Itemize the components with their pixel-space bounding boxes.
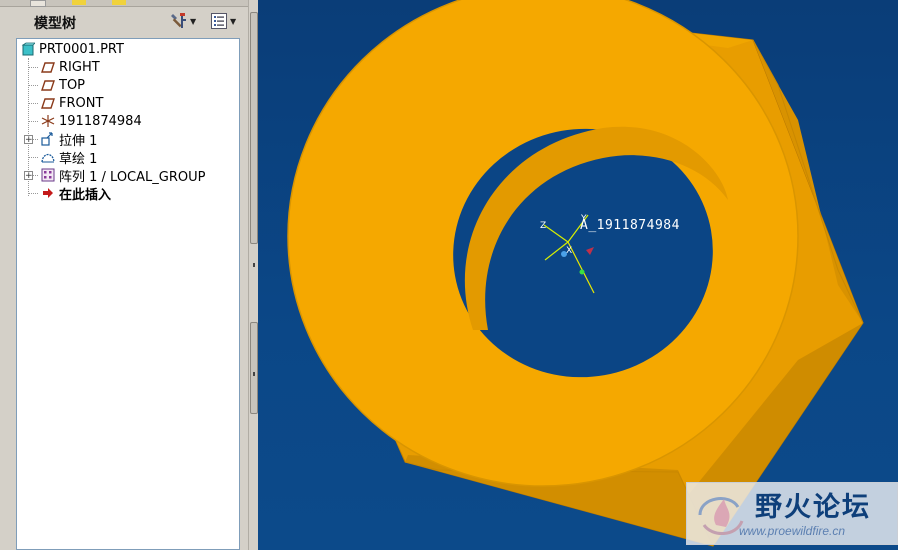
tree-connector (28, 103, 38, 104)
splitter-dot (253, 263, 255, 267)
tree-connector (28, 121, 38, 122)
favorites-tab[interactable] (112, 0, 126, 5)
csys-label: A_1911874984 (580, 218, 680, 233)
tree-item-front-plane[interactable]: FRONT (41, 94, 103, 112)
tree-item-sketch[interactable]: 草绘 1 (41, 148, 98, 167)
tree-connector (28, 157, 38, 158)
tree-item-label: 1911874984 (59, 113, 142, 129)
tree-item-label: 阵列 1 / LOCAL_GROUP (59, 169, 206, 185)
model-tree-header: 模型树 ▼ ▼ (8, 8, 246, 34)
datum-plane-icon (41, 62, 55, 73)
hex-nut-model[interactable]: Z Y X (258, 0, 898, 550)
splitter-grip[interactable] (250, 322, 258, 414)
tree-item-label: 在此插入 (59, 187, 112, 203)
datum-plane-icon (41, 80, 55, 91)
datum-plane-icon (41, 98, 55, 109)
settings-button[interactable]: ▼ (170, 11, 196, 31)
forum-watermark: 野火论坛 www.proewildfire.cn (686, 482, 898, 545)
csys-icon (41, 115, 55, 127)
tree-item-insert-here[interactable]: 在此插入 (41, 184, 112, 203)
tree-item-label: PRT0001.PRT (39, 41, 124, 57)
tree-connector (28, 85, 38, 86)
tools-icon (171, 13, 186, 28)
sketch-icon (41, 153, 55, 163)
expand-toggle[interactable]: + (24, 171, 33, 181)
tree-item-extrude[interactable]: 拉伸 1 (41, 130, 98, 149)
navigator-tab-strip (0, 0, 258, 7)
part-icon (21, 42, 35, 56)
tree-item-csys[interactable]: 1911874984 (41, 112, 142, 130)
tree-connector (33, 139, 38, 140)
insert-arrow-icon (43, 188, 53, 198)
list-icon (211, 13, 227, 29)
tree-item-top-plane[interactable]: TOP (41, 76, 85, 94)
extrude-icon (41, 132, 53, 146)
tree-item-label: 拉伸 1 (59, 133, 98, 149)
model-tree-title: 模型树 (34, 16, 76, 32)
tree-connector (28, 193, 38, 194)
graphics-viewport[interactable]: Z Y X A_1911874984 野火论坛 www.proewildfire… (258, 0, 898, 550)
expand-toggle[interactable]: + (24, 135, 33, 145)
splitter-grip[interactable] (250, 12, 258, 244)
point-marker (579, 269, 585, 275)
tree-item-label: 草绘 1 (59, 151, 98, 167)
watermark-url: www.proewildfire.cn (739, 524, 846, 538)
point-marker (561, 251, 567, 257)
folder-tab[interactable] (72, 0, 86, 5)
chevron-down-icon: ▼ (190, 16, 197, 26)
svg-text:Z: Z (540, 221, 546, 231)
tree-item-pattern[interactable]: 阵列 1 / LOCAL_GROUP (41, 166, 206, 185)
tree-item-label: TOP (59, 77, 86, 93)
navigator-tab[interactable] (30, 0, 46, 7)
chevron-down-icon: ▼ (230, 16, 237, 26)
show-button[interactable]: ▼ (210, 11, 236, 31)
tree-item-right-plane[interactable]: RIGHT (41, 58, 100, 76)
watermark-title: 野火论坛 (755, 492, 871, 523)
tree-item-part[interactable]: PRT0001.PRT (21, 40, 124, 58)
pattern-icon (41, 168, 55, 182)
model-tree[interactable]: + + PRT0001.PRT RIGHT TOP FRONT 19118749… (16, 38, 240, 550)
tree-item-label: FRONT (59, 95, 104, 111)
tree-connector (33, 175, 38, 176)
tree-item-label: RIGHT (59, 59, 100, 75)
splitter-dot (253, 372, 255, 376)
left-panel: 模型树 ▼ ▼ + + PRT0001.PRT RIGHT TOP FRONT … (0, 0, 258, 550)
tree-connector (28, 67, 38, 68)
